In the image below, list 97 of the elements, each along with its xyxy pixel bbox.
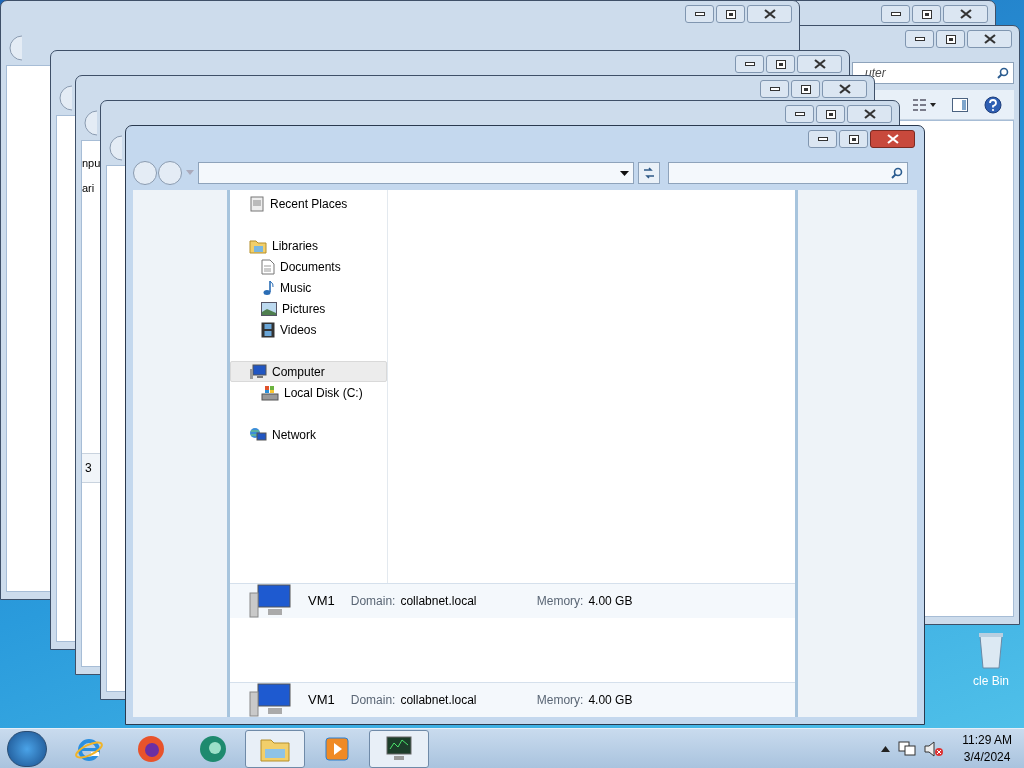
close-button[interactable] [943,5,988,23]
computer-icon [248,682,292,718]
memory-label: Memory: [536,692,584,709]
refresh-icon [642,167,656,179]
nav-item[interactable]: npu [82,155,101,172]
maximize-icon [945,34,956,44]
preview-pane-icon[interactable] [952,97,968,112]
disk-icon [261,384,279,401]
maximize-button[interactable] [912,5,941,23]
minimize-icon [890,12,901,16]
show-hidden-icons-icon[interactable] [881,745,891,752]
view-icon[interactable] [912,97,936,112]
maximize-button[interactable] [936,30,965,48]
speaker-muted-icon[interactable] [924,740,945,757]
minimize-icon [817,137,828,141]
close-button[interactable] [747,5,792,23]
maximize-icon [921,9,932,19]
maximize-button[interactable] [716,5,745,23]
library-icon [249,237,267,254]
maximize-icon [725,9,736,19]
maximize-icon [800,84,811,94]
play-icon [323,734,351,763]
search-icon [891,167,903,179]
picture-icon [261,301,277,316]
network-icon [249,426,267,443]
document-icon [261,258,275,275]
nav-item[interactable]: Pictures [230,298,387,319]
taskbar-button[interactable] [369,729,429,768]
film-icon [261,321,275,338]
close-button[interactable] [822,80,867,98]
close-icon [763,9,776,19]
minimize-icon [694,12,705,16]
nav-item[interactable]: Network [230,424,387,445]
dropdown-caret-icon[interactable] [620,170,629,176]
maximize-button[interactable] [839,130,868,148]
minimize-button[interactable] [785,105,814,123]
close-icon [863,109,876,119]
maximize-icon [825,109,836,119]
nav-item[interactable]: Computer [230,361,387,382]
close-icon [813,59,826,69]
memory-label: Memory: [536,593,584,610]
close-icon [959,9,972,19]
minimize-button[interactable] [905,30,934,48]
domain-label: Domain: [350,692,396,709]
close-button[interactable] [847,105,892,123]
close-icon [983,34,996,44]
nav-item[interactable]: Music [230,277,387,298]
computer-icon [249,363,267,380]
address-field[interactable] [198,162,634,184]
minimize-button[interactable] [760,80,789,98]
nav-item[interactable]: Local Disk (C:) [230,382,387,403]
music-note-icon [261,279,275,296]
computer-icon [248,583,292,619]
monitor-icon [384,734,414,763]
maximize-icon [848,134,859,144]
network-icon[interactable] [898,740,917,757]
minimize-icon [794,112,805,116]
clock-date[interactable]: 3/4/2024 [963,748,1011,766]
domain-value: collabnet.local [400,692,477,709]
start-button[interactable] [7,730,47,767]
minimize-button[interactable] [808,130,837,148]
minimize-button[interactable] [735,55,764,73]
nav-item[interactable]: Recent Places [230,193,387,214]
orb-icon [198,733,228,764]
nav-item[interactable]: Videos [230,319,387,340]
minimize-button[interactable] [881,5,910,23]
computer-name: VM1 [308,592,335,611]
domain-value: collabnet.local [400,593,477,610]
memory-value: 4.00 GB [588,692,633,709]
minimize-icon [914,37,925,41]
close-button[interactable] [797,55,842,73]
computer-name: VM1 [308,691,335,710]
status-text: 3 [85,460,92,477]
minimize-icon [769,87,780,91]
minimize-button[interactable] [685,5,714,23]
close-icon [838,84,851,94]
memory-value: 4.00 GB [588,593,633,610]
search-icon [997,67,1009,79]
recent-places-icon [249,195,265,212]
search-field[interactable] [668,162,908,184]
maximize-button[interactable] [766,55,795,73]
nav-item[interactable]: Documents [230,256,387,277]
help-icon[interactable] [984,95,1002,114]
close-button[interactable] [967,30,1012,48]
close-button[interactable] [870,130,915,148]
minimize-icon [744,62,755,66]
fox-globe-icon [136,733,166,764]
nav-item[interactable]: ari [82,179,95,196]
maximize-button[interactable] [791,80,820,98]
maximize-icon [775,59,786,69]
close-icon [886,134,899,144]
refresh-button[interactable] [638,162,660,184]
nav-item[interactable]: Libraries [230,235,387,256]
domain-label: Domain: [350,593,396,610]
recycle-bin-icon[interactable] [977,630,1005,670]
clock-time[interactable]: 11:29 AM [962,731,1012,749]
maximize-button[interactable] [816,105,845,123]
